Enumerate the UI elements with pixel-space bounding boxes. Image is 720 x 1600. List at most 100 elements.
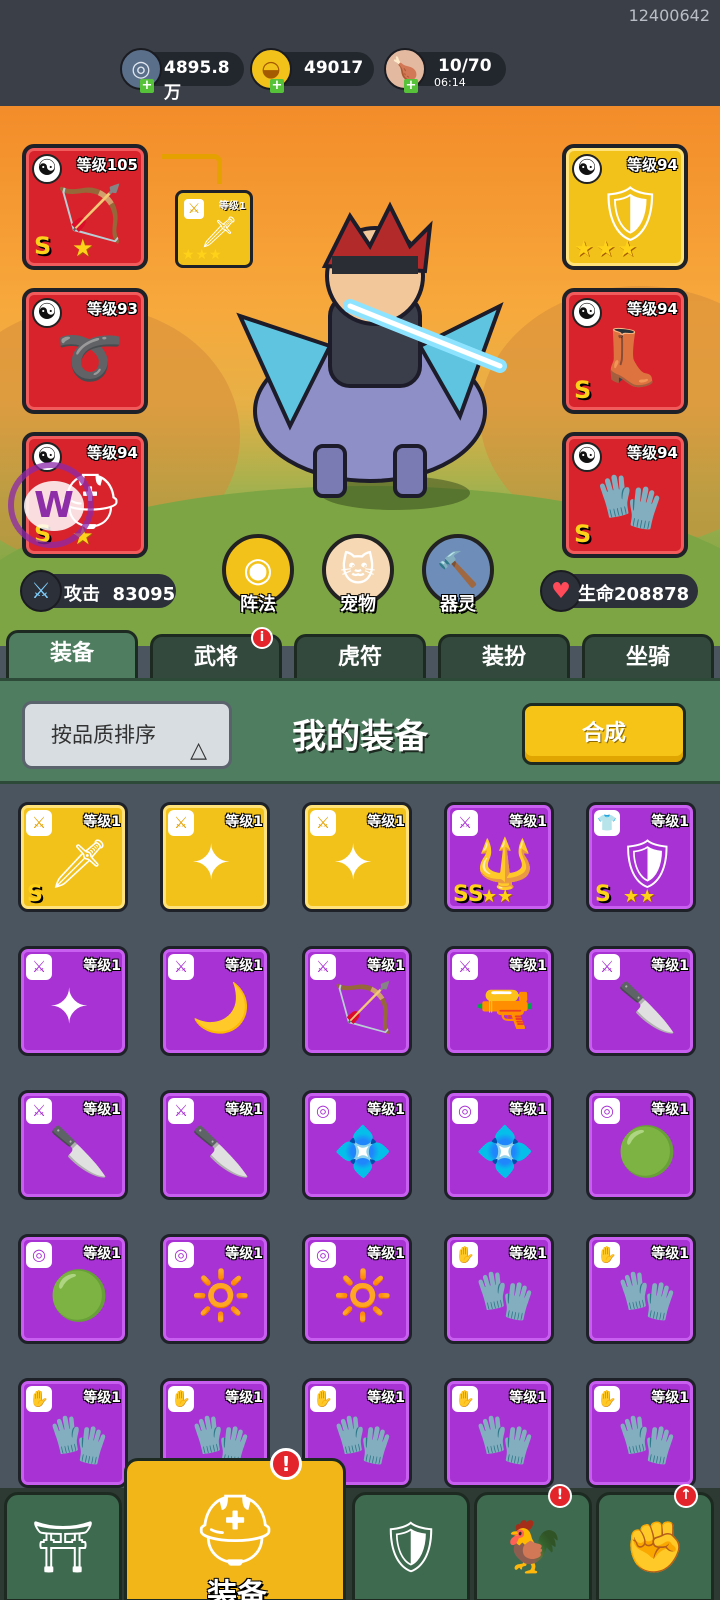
inventory-item[interactable]: ◎ 等级1 💠 bbox=[444, 1090, 554, 1200]
inventory-item[interactable]: ⚔ 等级1 ✦ bbox=[302, 802, 412, 912]
life-value: 208878 bbox=[614, 584, 690, 605]
silver-resource[interactable]: ◎ 4895.8万 + bbox=[120, 48, 244, 103]
equip-slot-bow[interactable]: ☯ 等级93 ➰ bbox=[22, 288, 148, 414]
inventory-item[interactable]: ✋ 等级1 🧤 bbox=[444, 1378, 554, 1488]
add-stamina-button[interactable]: + bbox=[404, 79, 418, 93]
bottom-nav: ⛩ ⛑ 🛡 🐓 ✊ bbox=[0, 1458, 720, 1600]
nav-equipment-label: 装备 bbox=[207, 1578, 267, 1600]
gauntlet-icon: 🧤 bbox=[596, 470, 664, 533]
tab-tiger-token[interactable]: 虎符 bbox=[294, 634, 426, 682]
item-level: 等级1 bbox=[509, 1246, 547, 1262]
glove-type-icon: ✋ bbox=[452, 1386, 478, 1412]
nav-rooster-button[interactable]: 🐓 bbox=[474, 1492, 592, 1600]
info-badge-icon: i bbox=[251, 627, 273, 649]
tab-label: 虎符 bbox=[337, 645, 382, 670]
sword-type-icon: ⚔ bbox=[452, 810, 478, 836]
tab-label: 坐骑 bbox=[625, 645, 670, 670]
gauntlet-icon: 🧤 bbox=[475, 1412, 535, 1468]
inventory-item[interactable]: ◎ 等级1 💠 bbox=[302, 1090, 412, 1200]
inventory-item[interactable]: ✋ 等级1 🧤 bbox=[586, 1234, 696, 1344]
gold-resource[interactable]: ◒ 49017 + bbox=[250, 48, 374, 93]
inventory-item[interactable]: ✋ 等级1 🧤 bbox=[18, 1378, 128, 1488]
tab-equipment[interactable]: 装备 bbox=[6, 630, 138, 682]
inventory-item[interactable]: ⚔ 等级1 🗡 S bbox=[18, 802, 128, 912]
item-level: 等级1 bbox=[83, 958, 121, 974]
spirit-icon: 🔨 bbox=[436, 550, 480, 590]
gauntlet-icon: 🧤 bbox=[333, 1412, 393, 1468]
inventory-item[interactable]: ✋ 等级1 🧤 bbox=[444, 1234, 554, 1344]
inventory-item[interactable]: ⚔ 等级1 🔪 bbox=[18, 1090, 128, 1200]
attack-stat: ⚔ 攻击 83095 bbox=[20, 570, 176, 612]
boots-icon: 👢 bbox=[596, 326, 664, 389]
item-level: 等级1 bbox=[225, 814, 263, 830]
yin-yang-icon: ☯ bbox=[572, 298, 602, 328]
inventory-item[interactable]: 👕 等级1 🛡 S ★★ bbox=[586, 802, 696, 912]
necklace-type-icon: ◎ bbox=[168, 1242, 194, 1268]
inventory-item[interactable]: ◎ 等级1 🟢 bbox=[18, 1234, 128, 1344]
inventory-item[interactable]: ⚔ 等级1 🔪 bbox=[586, 946, 696, 1056]
equipment-panel-header: 按品质排序 △ 我的装备 合成 bbox=[0, 678, 720, 784]
inventory-item[interactable]: ⚔ 等级1 🔪 bbox=[160, 1090, 270, 1200]
add-silver-button[interactable]: + bbox=[140, 79, 154, 93]
item-grade: S bbox=[27, 882, 43, 907]
slot-level: 等级93 bbox=[87, 300, 138, 318]
inventory-item[interactable]: ⚔ 等级1 ✦ bbox=[18, 946, 128, 1056]
hero-character[interactable] bbox=[220, 196, 520, 516]
inventory-grid: ⚔ 等级1 🗡 S ⚔ 等级1 ✦ ⚔ 等级1 ✦ ⚔ 等级1 🔱 SS ★★ 👕 等级1 🛡 S ★★ ⚔ 等级1 ✦ ⚔ 等… bbox=[0, 784, 720, 1488]
pet-label: 宠物 bbox=[340, 594, 376, 615]
sort-by-quality-button[interactable]: 按品质排序 △ bbox=[22, 701, 232, 769]
tab-mount[interactable]: 坐骑 bbox=[582, 634, 714, 682]
slot-stars: ★ bbox=[72, 234, 94, 262]
equip-slot-weapon[interactable]: ☯ 等级105 🏹 S ★ bbox=[22, 144, 148, 270]
item-level: 等级1 bbox=[509, 1102, 547, 1118]
inventory-item[interactable]: ⚔ 等级1 ✦ bbox=[160, 802, 270, 912]
inventory-item[interactable]: ⚔ 等级1 🔱 SS ★★ bbox=[444, 802, 554, 912]
shop-gate-icon: ⛩ bbox=[31, 1517, 95, 1576]
item-stars: ★★ bbox=[623, 886, 656, 907]
nav-shop-button[interactable]: ⛩ bbox=[4, 1492, 122, 1600]
nav-upgrade-button[interactable]: ✊ bbox=[596, 1492, 714, 1600]
tab-label: 装扮 bbox=[481, 645, 526, 670]
life-text: 生命208878 bbox=[578, 580, 689, 606]
shuriken-icon: ✦ bbox=[49, 979, 90, 1035]
stamina-resource[interactable]: 🍗 10/70 06:14 + bbox=[384, 48, 506, 93]
inventory-item[interactable]: ◎ 等级1 🟢 bbox=[586, 1090, 696, 1200]
yin-yang-icon: ☯ bbox=[32, 298, 62, 328]
add-gold-button[interactable]: + bbox=[270, 79, 284, 93]
merge-button[interactable]: 合成 bbox=[522, 703, 686, 765]
spirit-label: 器灵 bbox=[440, 594, 476, 615]
nav-battle-button[interactable]: 🛡 bbox=[352, 1492, 470, 1600]
inventory-item[interactable]: ✋ 等级1 🧤 bbox=[586, 1378, 696, 1488]
tab-generals[interactable]: 武将 i bbox=[150, 627, 282, 682]
gold-value: 49017 bbox=[304, 58, 364, 78]
helmet-icon: ⛑ bbox=[190, 1488, 280, 1571]
item-level: 等级1 bbox=[509, 958, 547, 974]
glove-type-icon: ✋ bbox=[26, 1386, 52, 1412]
amulet-blue-icon: 💠 bbox=[475, 1124, 535, 1180]
bow-icon: ➰ bbox=[56, 326, 124, 389]
attack-label: 攻击 bbox=[64, 584, 100, 605]
inventory-item[interactable]: ⚔ 等级1 🏹 bbox=[302, 946, 412, 1056]
sword-type-icon: ⚔ bbox=[26, 1098, 52, 1124]
inventory-item[interactable]: ⚔ 等级1 🌙 bbox=[160, 946, 270, 1056]
inventory-item[interactable]: ◎ 等级1 🔆 bbox=[160, 1234, 270, 1344]
equip-slot-boots[interactable]: ☯ 等级94 👢 S bbox=[562, 288, 688, 414]
alert-icon: ! bbox=[548, 1484, 572, 1508]
glove-type-icon: ✋ bbox=[310, 1386, 336, 1412]
item-level: 等级1 bbox=[83, 1390, 121, 1406]
attack-text: 攻击 83095 bbox=[64, 580, 175, 606]
inventory-item[interactable]: ⚔ 等级1 🔫 bbox=[444, 946, 554, 1056]
tab-costume[interactable]: 装扮 bbox=[438, 634, 570, 682]
rooster-icon: 🐓 bbox=[501, 1517, 565, 1576]
slot-grade: S bbox=[574, 520, 592, 548]
category-tabs: 装备 武将 i 虎符 装扮 坐骑 bbox=[0, 627, 720, 682]
equip-slot-armor[interactable]: ☯ 等级94 🛡 ★★★ bbox=[562, 144, 688, 270]
item-level: 等级1 bbox=[225, 1246, 263, 1262]
item-level: 等级1 bbox=[651, 1390, 689, 1406]
inventory-item[interactable]: ◎ 等级1 🔆 bbox=[302, 1234, 412, 1344]
equip-slot-gauntlet[interactable]: ☯ 等级94 🧤 S bbox=[562, 432, 688, 558]
slot-level: 等级94 bbox=[627, 156, 678, 174]
necklace-type-icon: ◎ bbox=[452, 1098, 478, 1124]
attack-value: 83095 bbox=[112, 584, 176, 605]
gauntlet-icon: 🧤 bbox=[617, 1268, 677, 1324]
